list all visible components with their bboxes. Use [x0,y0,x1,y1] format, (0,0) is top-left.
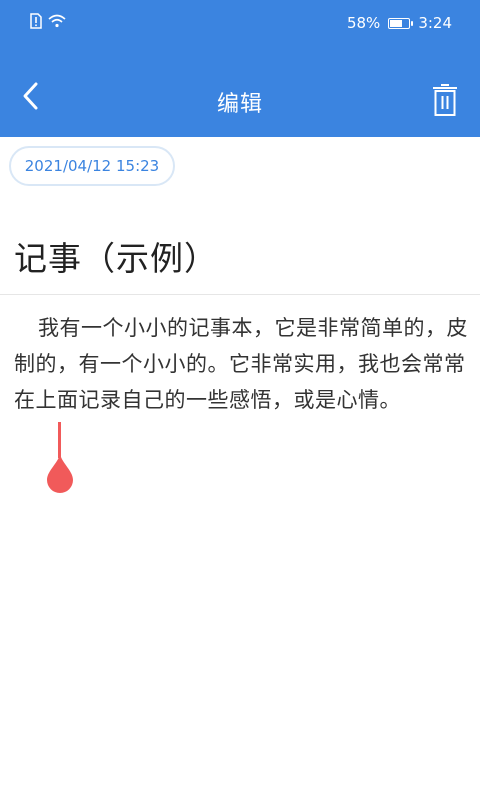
note-body-textarea[interactable]: 我有一个小小的记事本，它是非常简单的，皮制的，有一个小小的。它非常实用，我也会常… [14,310,470,418]
delete-button[interactable] [428,82,462,122]
header: 编辑 [0,64,480,137]
sim-alert-icon [30,13,42,33]
title-divider [0,294,480,295]
note-title-input[interactable]: 记事（示例） [14,232,466,280]
wifi-icon [48,14,66,32]
app-bar: 58% 3:24 编辑 [0,0,480,137]
date-badge[interactable]: 2021/04/12 15:23 [9,146,175,186]
status-left [30,13,66,33]
page-title: 编辑 [216,92,263,117]
clock: 3:24 [418,14,452,32]
battery-percent: 58% [346,14,381,32]
battery-icon [388,17,414,29]
trash-icon [432,84,458,120]
status-right: 58% 3:24 [347,13,452,33]
cursor-handle[interactable] [45,452,75,494]
status-bar: 58% 3:24 [0,0,480,46]
note-editor-screen: 58% 3:24 编辑 2021/04/12 15:23 记事（示例） 我有一个… [0,0,480,800]
